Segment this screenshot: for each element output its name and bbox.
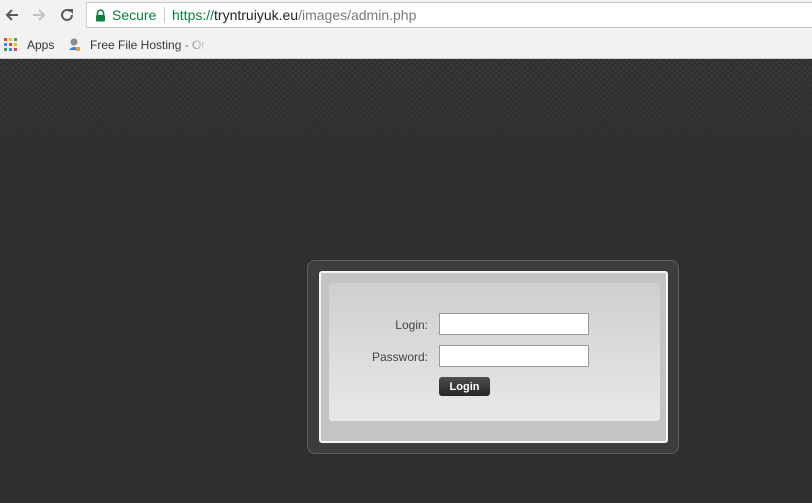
login-form: Login: Password: Login [329,283,660,421]
login-frame: Login: Password: Login [319,271,668,443]
page-content: Login: Password: Login [0,59,812,503]
forward-button[interactable] [28,4,50,26]
login-panel: Login: Password: Login [307,260,679,454]
bookmark-free-file-hosting[interactable]: Free File Hosting - Or [66,31,205,58]
url-scheme: https:// [172,7,215,23]
back-button[interactable] [1,4,23,26]
bookmark-apps[interactable]: Apps [4,31,54,58]
secure-label: Secure [112,7,157,23]
address-bar[interactable]: Secure https://tryntruiyuk.eu/images/adm… [86,2,812,28]
file-hosting-icon [69,38,80,51]
apps-grid-icon [4,38,17,51]
bookmark-apps-label: Apps [27,37,55,52]
browser-toolbar: Secure https://tryntruiyuk.eu/images/adm… [0,0,812,31]
bookmark-free-file-hosting-label: Free File Hosting - Or [90,37,206,52]
forward-icon [33,9,46,21]
url-text[interactable]: https://tryntruiyuk.eu/images/admin.php [172,7,416,23]
background-pattern [0,59,812,169]
reload-icon [61,8,73,21]
login-input[interactable] [439,313,589,335]
login-label: Login: [395,318,428,332]
address-divider [164,7,165,23]
back-icon [5,9,18,21]
password-label: Password: [371,350,428,364]
reload-button[interactable] [56,4,78,26]
login-button[interactable]: Login [439,377,490,396]
password-input[interactable] [439,345,589,367]
url-path: /images/admin.php [298,7,417,23]
lock-icon [96,9,105,22]
bookmarks-bar: Apps Free File Hosting - Or [0,31,812,59]
url-host: tryntruiyuk.eu [214,7,299,23]
